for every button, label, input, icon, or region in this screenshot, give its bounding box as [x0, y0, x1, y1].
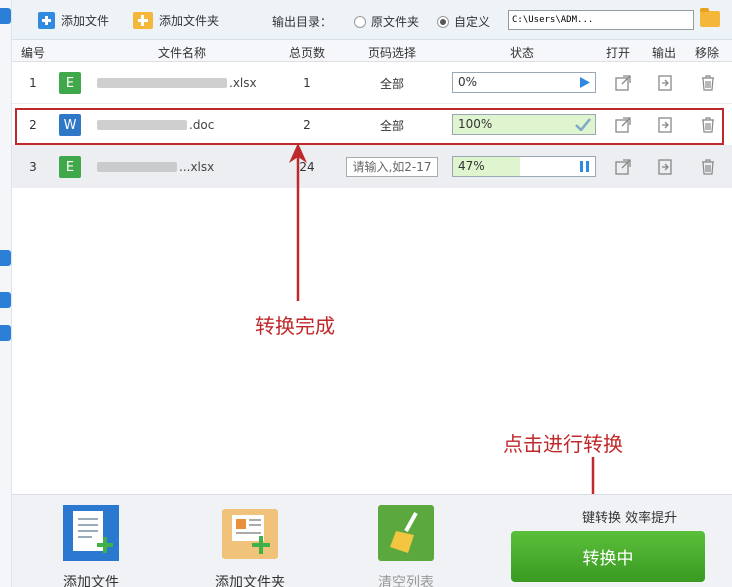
- open-icon[interactable]: [615, 159, 631, 175]
- radio-source-folder[interactable]: 原文件夹: [354, 13, 419, 30]
- add-folder-big-button[interactable]: 添加文件夹: [195, 501, 305, 587]
- progress-text: 47%: [458, 159, 485, 173]
- output-icon[interactable]: [657, 159, 673, 175]
- status-progress: 47%: [452, 156, 596, 177]
- annotation-highlight-box: [15, 108, 724, 145]
- annotation-click: 点击进行转换: [503, 432, 623, 456]
- col-status: 状态: [509, 46, 534, 60]
- trash-icon[interactable]: [700, 75, 716, 91]
- status-progress: 0%: [452, 72, 596, 93]
- radio-label: 原文件夹: [371, 15, 420, 29]
- document-add-icon: [63, 505, 119, 561]
- col-num: 编号: [20, 46, 45, 60]
- table-header: 编号 文件名称 总页数 页码选择 状态 打开 输出 移除: [12, 40, 732, 62]
- output-path-input[interactable]: C:\Users\ADM...: [508, 10, 694, 30]
- strip-tab[interactable]: [0, 292, 11, 308]
- browse-folder-icon[interactable]: [700, 8, 720, 27]
- file-name: .xlsx: [97, 62, 257, 104]
- strip-tab[interactable]: [0, 250, 11, 266]
- row-num: 1: [29, 76, 37, 90]
- page-select[interactable]: 全部: [357, 62, 427, 104]
- efficiency-text: 键转换 效率提升: [582, 511, 678, 526]
- col-page-select: 页码选择: [367, 46, 416, 60]
- convert-label: 转换中: [582, 549, 634, 569]
- left-strip: [0, 0, 12, 587]
- radio-selected-icon: [437, 15, 449, 28]
- row-num: 3: [29, 160, 37, 174]
- table-row[interactable]: 1 E .xlsx 1 全部 0%: [12, 62, 732, 104]
- annotation-done: 转换完成: [255, 314, 335, 338]
- radio-custom[interactable]: 自定义: [437, 13, 490, 30]
- page-range-input[interactable]: 请输入,如2-17: [346, 157, 438, 177]
- folder-add-icon: [222, 509, 278, 559]
- col-remove: 移除: [694, 46, 719, 60]
- table-row[interactable]: 3 E ...xlsx 24 请输入,如2-17 47%: [12, 146, 732, 188]
- col-name: 文件名称: [157, 46, 206, 60]
- excel-file-icon: E: [59, 156, 81, 178]
- app-window: 添加文件 添加文件夹 输出目录： 原文件夹 自定义 C:\Users\ADM..…: [0, 0, 732, 587]
- add-file-icon: [38, 11, 55, 29]
- add-folder-label: 添加文件夹: [159, 13, 220, 28]
- add-folder-button[interactable]: 添加文件夹: [133, 10, 219, 30]
- strip-tab[interactable]: [0, 325, 11, 341]
- add-folder-icon: [133, 11, 153, 29]
- radio-label: 自定义: [454, 15, 491, 29]
- radio-circle-icon: [354, 15, 366, 28]
- convert-button[interactable]: 转换中: [511, 531, 705, 582]
- page-count: 1: [303, 76, 311, 90]
- bottom-bar: 添加文件 添加文件夹 清空列表 键转换 效率提升 转换中: [12, 494, 732, 587]
- progress-text: 0%: [458, 75, 478, 89]
- trash-icon[interactable]: [700, 159, 716, 175]
- open-icon[interactable]: [615, 75, 631, 91]
- add-file-big-button[interactable]: 添加文件: [36, 501, 146, 587]
- add-folder-big-label: 添加文件夹: [215, 575, 285, 587]
- pause-icon[interactable]: [579, 160, 591, 173]
- file-name: ...xlsx: [97, 146, 214, 188]
- output-dir-label: 输出目录：: [272, 15, 333, 29]
- arrow-up-icon: [289, 143, 307, 301]
- output-icon[interactable]: [657, 75, 673, 91]
- play-icon[interactable]: [579, 76, 591, 89]
- add-file-label: 添加文件: [61, 13, 110, 28]
- add-file-big-label: 添加文件: [63, 575, 119, 587]
- toolbar: 添加文件 添加文件夹 输出目录： 原文件夹 自定义 C:\Users\ADM..…: [12, 0, 732, 40]
- file-ext: ...xlsx: [179, 160, 215, 174]
- add-file-button[interactable]: 添加文件: [38, 10, 109, 30]
- clear-list-label: 清空列表: [378, 575, 434, 587]
- col-pages: 总页数: [288, 46, 325, 60]
- broom-icon: [378, 505, 434, 561]
- clear-list-button[interactable]: 清空列表: [351, 501, 461, 587]
- strip-tab[interactable]: [0, 8, 11, 24]
- excel-file-icon: E: [59, 72, 81, 94]
- col-output: 输出: [651, 46, 676, 60]
- file-ext: .xlsx: [229, 76, 257, 90]
- col-open: 打开: [605, 46, 630, 60]
